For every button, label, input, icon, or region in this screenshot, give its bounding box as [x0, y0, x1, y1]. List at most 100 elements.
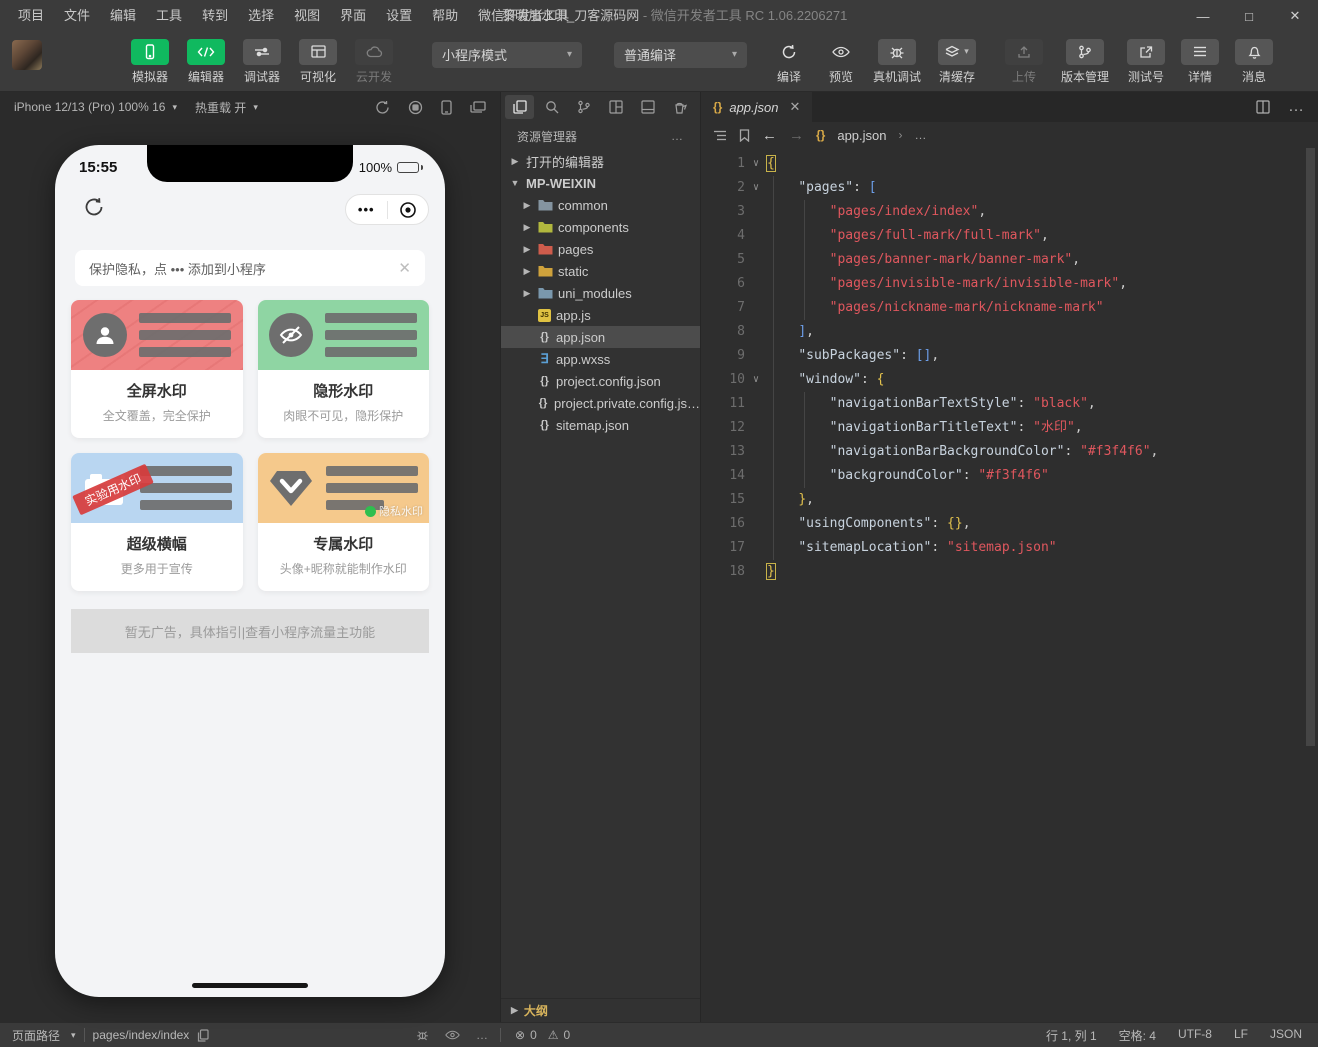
- menu-item[interactable]: 选择: [238, 0, 284, 32]
- upload-button[interactable]: 上传: [1000, 38, 1048, 85]
- kettle-icon[interactable]: [665, 95, 694, 119]
- tree-file-project.private.config.js[interactable]: {} project.private.config.js…: [501, 392, 700, 414]
- menu-item[interactable]: 工具: [146, 0, 192, 32]
- device-selector[interactable]: iPhone 12/13 (Pro) 100% 16 ▾: [14, 100, 177, 114]
- scrollbar[interactable]: [1306, 148, 1315, 746]
- simulator-button[interactable]: 模拟器: [126, 38, 174, 85]
- tree-file-project.config.json[interactable]: {} project.config.json: [501, 370, 700, 392]
- fold-icon[interactable]: ∨: [745, 176, 767, 200]
- bookmark-icon[interactable]: [739, 128, 750, 142]
- code-line[interactable]: 9 "subPackages": [],: [701, 344, 1318, 368]
- status-item[interactable]: UTF-8: [1178, 1027, 1212, 1044]
- tree-section[interactable]: ▶ 打开的编辑器: [501, 150, 700, 172]
- code-line[interactable]: 17 "sitemapLocation": "sitemap.json": [701, 536, 1318, 560]
- code-line[interactable]: 15 },: [701, 488, 1318, 512]
- bug-icon[interactable]: [416, 1029, 429, 1041]
- menu-item[interactable]: 编辑: [100, 0, 146, 32]
- menu-item[interactable]: 项目: [8, 0, 54, 32]
- clear-cache-button[interactable]: ▾ 清缓存: [929, 38, 985, 85]
- status-item[interactable]: JSON: [1270, 1027, 1302, 1044]
- record-icon[interactable]: [408, 100, 423, 115]
- eye-icon[interactable]: [445, 1030, 460, 1040]
- card-exclusive-watermark[interactable]: 隐私水印 专属水印 头像+昵称就能制作水印: [257, 453, 429, 591]
- code-line[interactable]: 11 "navigationBarTextStyle": "black",: [701, 392, 1318, 416]
- menu-item[interactable]: 设置: [376, 0, 422, 32]
- code-line[interactable]: 6 "pages/invisible-mark/invisible-mark",: [701, 272, 1318, 296]
- outline-list-icon[interactable]: [713, 130, 727, 141]
- tree-folder-pages[interactable]: ▶ pages: [501, 238, 700, 260]
- layout-icon[interactable]: [601, 95, 630, 119]
- maximize-button[interactable]: □: [1226, 0, 1272, 32]
- code-line[interactable]: 3 "pages/index/index",: [701, 200, 1318, 224]
- more-icon[interactable]: …: [1288, 98, 1304, 116]
- rotate-icon[interactable]: [375, 100, 390, 115]
- back-icon[interactable]: ←: [762, 127, 777, 144]
- menu-item[interactable]: 界面: [330, 0, 376, 32]
- fold-icon[interactable]: ∨: [745, 368, 767, 392]
- tab-app-json[interactable]: {} app.json ✕: [701, 92, 813, 122]
- remote-debug-button[interactable]: 真机调试: [869, 38, 925, 85]
- multi-window-icon[interactable]: [470, 100, 486, 114]
- code-line[interactable]: 5 "pages/banner-mark/banner-mark",: [701, 248, 1318, 272]
- card-super-banner[interactable]: 实验用水印 超级横幅 更多用于宣传: [71, 453, 243, 591]
- status-item[interactable]: 行 1, 列 1: [1046, 1027, 1097, 1044]
- more-icon[interactable]: …: [476, 1028, 488, 1042]
- tree-file-app.wxss[interactable]: ∃ app.wxss: [501, 348, 700, 370]
- tree-file-app.json[interactable]: {} app.json: [501, 326, 700, 348]
- mode-dropdown[interactable]: 小程序模式 ▾: [432, 41, 582, 68]
- code-line[interactable]: 8 ],: [701, 320, 1318, 344]
- window-icon[interactable]: [633, 95, 662, 119]
- avatar[interactable]: [12, 39, 42, 70]
- fold-icon[interactable]: ∨: [745, 152, 767, 176]
- tree-folder-common[interactable]: ▶ common: [501, 194, 700, 216]
- close-icon[interactable]: ✕: [398, 259, 411, 277]
- forward-icon[interactable]: →: [789, 127, 804, 144]
- code-line[interactable]: 4 "pages/full-mark/full-mark",: [701, 224, 1318, 248]
- problems-indicator[interactable]: ⊗ 0 ⚠ 0: [501, 1028, 584, 1042]
- compile-button[interactable]: 编译: [765, 39, 813, 85]
- compile-mode-dropdown[interactable]: 普通编译 ▾: [614, 41, 747, 68]
- menu-item[interactable]: 文件: [54, 0, 100, 32]
- preview-button[interactable]: 预览: [817, 39, 865, 85]
- device-frame-icon[interactable]: [441, 99, 452, 115]
- minimize-button[interactable]: —: [1180, 0, 1226, 32]
- copy-icon[interactable]: [197, 1028, 209, 1042]
- search-icon[interactable]: [537, 95, 566, 119]
- close-target-button[interactable]: [388, 201, 429, 219]
- tree-folder-components[interactable]: ▶ components: [501, 216, 700, 238]
- status-item[interactable]: 空格: 4: [1119, 1027, 1156, 1044]
- code-line[interactable]: 13 "navigationBarBackgroundColor": "#f3f…: [701, 440, 1318, 464]
- close-button[interactable]: ✕: [1272, 0, 1318, 32]
- code-line[interactable]: 16 "usingComponents": {},: [701, 512, 1318, 536]
- code-line[interactable]: 14 "backgroundColor": "#f3f4f6": [701, 464, 1318, 488]
- code-line[interactable]: 18}: [701, 560, 1318, 584]
- cloud-dev-button[interactable]: 云开发: [350, 38, 398, 85]
- editor-button[interactable]: 编辑器: [182, 38, 230, 85]
- page-refresh-icon[interactable]: [83, 196, 105, 218]
- details-button[interactable]: 详情: [1176, 38, 1224, 85]
- menu-item[interactable]: 转到: [192, 0, 238, 32]
- breadcrumb-more[interactable]: …: [915, 128, 927, 142]
- tree-section[interactable]: ▼ MP-WEIXIN: [501, 172, 700, 194]
- code-line[interactable]: 10 ∨ "window": {: [701, 368, 1318, 392]
- hot-reload-toggle[interactable]: 热重载 开 ▾: [195, 99, 258, 116]
- code-line[interactable]: 12 "navigationBarTitleText": "水印",: [701, 416, 1318, 440]
- test-account-button[interactable]: 测试号: [1122, 38, 1170, 85]
- messages-button[interactable]: 消息: [1230, 38, 1278, 85]
- debugger-button[interactable]: 调试器: [238, 38, 286, 85]
- code-line[interactable]: 1 ∨{: [701, 152, 1318, 176]
- more-icon[interactable]: …: [671, 129, 684, 143]
- card-invisible-watermark[interactable]: 隐形水印 肉眼不可见，隐形保护: [257, 300, 429, 438]
- code-area[interactable]: 1 ∨{2 ∨ "pages": [3 "pages/index/index", 4 …: [701, 148, 1318, 1022]
- tree-file-app.js[interactable]: JS app.js: [501, 304, 700, 326]
- outline-section[interactable]: ▶ 大纲: [501, 998, 700, 1022]
- tree-file-sitemap.json[interactable]: {} sitemap.json: [501, 414, 700, 436]
- status-item[interactable]: LF: [1234, 1027, 1248, 1044]
- visual-button[interactable]: 可视化: [294, 38, 342, 85]
- files-icon[interactable]: [505, 95, 534, 119]
- split-editor-icon[interactable]: [1256, 100, 1270, 114]
- code-line[interactable]: 2 ∨ "pages": [: [701, 176, 1318, 200]
- card-fullscreen-watermark[interactable]: 全屏水印 全文覆盖，完全保护: [71, 300, 243, 438]
- tree-folder-static[interactable]: ▶ static: [501, 260, 700, 282]
- more-menu-button[interactable]: •••: [346, 202, 387, 217]
